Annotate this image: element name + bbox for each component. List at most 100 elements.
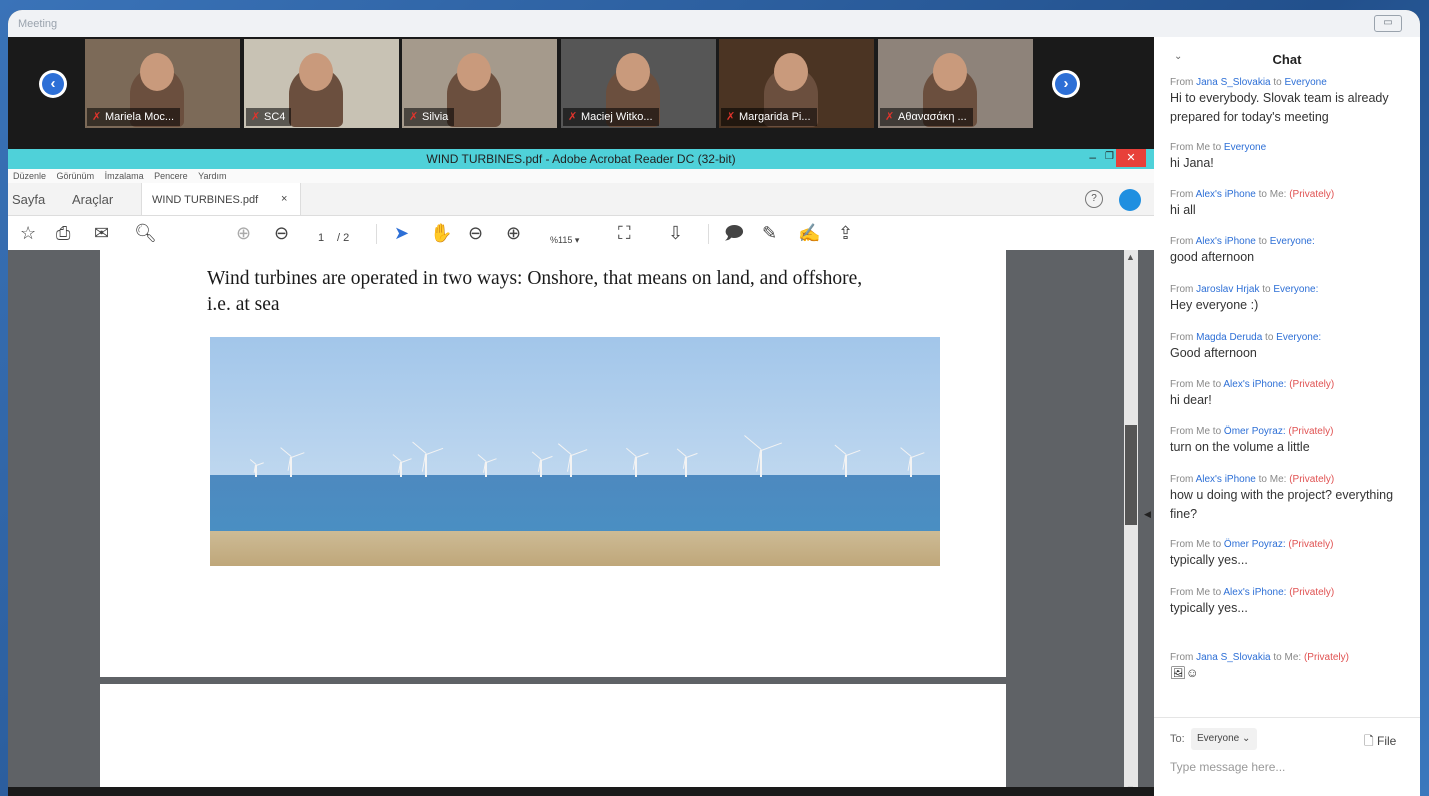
private-badge: (Privately) bbox=[1303, 652, 1349, 663]
recipient-name: Alex's iPhone: bbox=[1223, 379, 1287, 390]
message-sender-line: From Me to Ömer Poyraz: (Privately) bbox=[1170, 425, 1415, 438]
close-tab-icon[interactable]: × bbox=[281, 193, 287, 205]
tab-home[interactable]: Sayfa bbox=[12, 192, 45, 207]
sender-name[interactable]: Jana S_Slovakia bbox=[1196, 652, 1271, 663]
recipient-select[interactable]: Everyone ⌄ bbox=[1191, 728, 1257, 750]
sender-name[interactable]: Magda Deruda bbox=[1196, 332, 1262, 343]
print-icon[interactable]: ⎙ bbox=[56, 223, 70, 243]
fit-page-icon[interactable]: ⛶ bbox=[618, 223, 631, 243]
sender-name[interactable]: Jaroslav Hrjak bbox=[1196, 284, 1259, 295]
private-badge: (Privately) bbox=[1289, 189, 1335, 200]
sender-name: Me bbox=[1196, 379, 1211, 390]
chat-message: From Jaroslav Hrjak to Everyone: Hey eve… bbox=[1170, 283, 1415, 315]
message-body: Hey everyone :) bbox=[1170, 298, 1259, 312]
scroll-up-icon[interactable]: ▲ bbox=[1126, 252, 1135, 262]
sender-name[interactable]: Alex's iPhone bbox=[1196, 236, 1256, 247]
participant-name-label: ✗ Αθανασάκη ... bbox=[880, 108, 973, 126]
participant-name: Margarida Pi... bbox=[739, 111, 811, 123]
highlight-pen-icon[interactable]: ✎ bbox=[762, 223, 777, 243]
participant-head bbox=[299, 53, 333, 91]
scroll-mode-icon[interactable]: ⇩ bbox=[668, 223, 683, 243]
help-icon[interactable]: ? bbox=[1085, 190, 1103, 208]
prev-page-button[interactable]: ‹ bbox=[39, 70, 67, 98]
toolbar-divider bbox=[376, 224, 377, 244]
menu-help[interactable]: Yardım bbox=[198, 171, 226, 181]
muted-mic-icon: ✗ bbox=[92, 111, 102, 123]
private-badge: (Privately) bbox=[1289, 587, 1335, 598]
to-connector: to bbox=[1270, 652, 1285, 663]
sign-icon[interactable]: ✍ bbox=[798, 223, 820, 243]
message-sender-line: From Jaroslav Hrjak to Everyone: bbox=[1170, 283, 1415, 296]
from-prefix: From bbox=[1170, 142, 1197, 153]
participant-head bbox=[140, 53, 174, 91]
menu-sign[interactable]: İmzalama bbox=[105, 171, 144, 181]
zoom-out-icon[interactable]: ⊖ bbox=[468, 223, 483, 243]
pane-toggle-icon[interactable]: ◀ bbox=[1144, 509, 1151, 520]
to-connector: to bbox=[1255, 474, 1270, 485]
vertical-scrollbar[interactable]: ▲ ▼ bbox=[1124, 250, 1138, 796]
search-zoom-icon[interactable]: 🔍︎ bbox=[134, 223, 157, 243]
menu-edit[interactable]: Düzenle bbox=[13, 171, 46, 181]
page-down-icon[interactable]: ⊖ bbox=[274, 223, 289, 243]
minimize-button[interactable]: – bbox=[1089, 150, 1096, 164]
private-badge: (Privately) bbox=[1288, 539, 1334, 550]
bookmark-star-icon[interactable]: ☆ bbox=[20, 223, 36, 243]
message-input[interactable]: Type message here... bbox=[1170, 760, 1285, 774]
muted-mic-icon: ✗ bbox=[568, 111, 578, 123]
sender-name: Me bbox=[1196, 539, 1211, 550]
from-prefix: From bbox=[1170, 77, 1197, 88]
comment-icon[interactable]: 🗩 bbox=[724, 223, 744, 243]
restore-button[interactable]: ▭ bbox=[1374, 15, 1402, 32]
to-connector: to bbox=[1255, 189, 1270, 200]
close-button[interactable]: ✕ bbox=[1116, 149, 1146, 167]
message-body: hi Jana! bbox=[1170, 156, 1214, 170]
from-prefix: From bbox=[1170, 236, 1196, 247]
menu-view[interactable]: Görünüm bbox=[57, 171, 95, 181]
select-cursor-icon[interactable]: ➤ bbox=[394, 223, 409, 243]
share-icon[interactable]: ⇪ bbox=[838, 223, 853, 243]
tab-tools[interactable]: Araçlar bbox=[72, 192, 113, 207]
message-sender-line: From Magda Deruda to Everyone: bbox=[1170, 331, 1415, 344]
photo-beach bbox=[210, 531, 940, 566]
meeting-titlebar: Meeting ▭ bbox=[8, 10, 1420, 37]
zoom-in-icon[interactable]: ⊕ bbox=[506, 223, 521, 243]
acrobat-toolbar: ☆ ⎙ ✉ 🔍︎ ⊕ ⊖ 1 / 2 ➤ ✋ ⊖ ⊕ %115 ▾ ⛶ ⇩ 🗩 … bbox=[8, 216, 1154, 251]
page-number-input[interactable]: 1 bbox=[318, 228, 324, 248]
meeting-bottombar bbox=[8, 787, 1154, 796]
participant-name-label: ✗ Maciej Witko... bbox=[563, 108, 659, 126]
participant-video-tile[interactable]: ✗ Silvia bbox=[402, 39, 557, 128]
sender-name[interactable]: Alex's iPhone bbox=[1196, 474, 1256, 485]
recipient-name: Everyone bbox=[1284, 77, 1327, 88]
hand-tool-icon[interactable]: ✋ bbox=[430, 223, 452, 243]
message-body: how u doing with the project? everything… bbox=[1170, 488, 1394, 521]
participant-name: Mariela Moc... bbox=[105, 111, 175, 123]
file-button[interactable]: 🗋 File bbox=[1364, 732, 1396, 753]
participant-head bbox=[774, 53, 808, 91]
participant-name-label: ✗ Mariela Moc... bbox=[87, 108, 181, 126]
participant-video-tile[interactable]: ✗ Mariela Moc... bbox=[85, 39, 240, 128]
participant-head bbox=[457, 53, 491, 91]
acrobat-titlebar: WIND TURBINES.pdf - Adobe Acrobat Reader… bbox=[8, 149, 1154, 169]
menu-window[interactable]: Pencere bbox=[154, 171, 188, 181]
message-sender-line: From Alex's iPhone to Everyone: bbox=[1170, 235, 1415, 248]
participant-video-tile[interactable]: ✗ Margarida Pi... bbox=[719, 39, 874, 128]
to-connector: to bbox=[1210, 142, 1224, 153]
from-prefix: From bbox=[1170, 189, 1196, 200]
next-page-button[interactable]: › bbox=[1052, 70, 1080, 98]
participant-video-tile[interactable]: ✗ Αθανασάκη ... bbox=[878, 39, 1033, 128]
maximize-button[interactable]: ❐ bbox=[1105, 151, 1114, 162]
email-icon[interactable]: ✉ bbox=[94, 223, 109, 243]
sender-name[interactable]: Jana S_Slovakia bbox=[1196, 77, 1271, 88]
page-up-icon[interactable]: ⊕ bbox=[236, 223, 251, 243]
participant-video-tile[interactable]: ✗ Maciej Witko... bbox=[561, 39, 716, 128]
account-avatar[interactable] bbox=[1119, 189, 1141, 211]
participant-video-tile[interactable]: ✗ SC4 bbox=[244, 39, 399, 128]
sender-name[interactable]: Alex's iPhone bbox=[1196, 189, 1256, 200]
zoom-level-select[interactable]: %115 ▾ bbox=[550, 230, 579, 250]
to-connector: to bbox=[1262, 332, 1277, 343]
chat-message: From Magda Deruda to Everyone: Good afte… bbox=[1170, 331, 1415, 363]
tab-document[interactable]: WIND TURBINES.pdf × bbox=[141, 183, 301, 215]
message-sender-line: From Me to Everyone bbox=[1170, 141, 1415, 154]
scrollbar-thumb[interactable] bbox=[1125, 425, 1137, 525]
video-strip: ‹ ✗ Mariela Moc... ✗ SC4 ✗ Silvia ✗ Maciej Witk… bbox=[8, 37, 1154, 149]
